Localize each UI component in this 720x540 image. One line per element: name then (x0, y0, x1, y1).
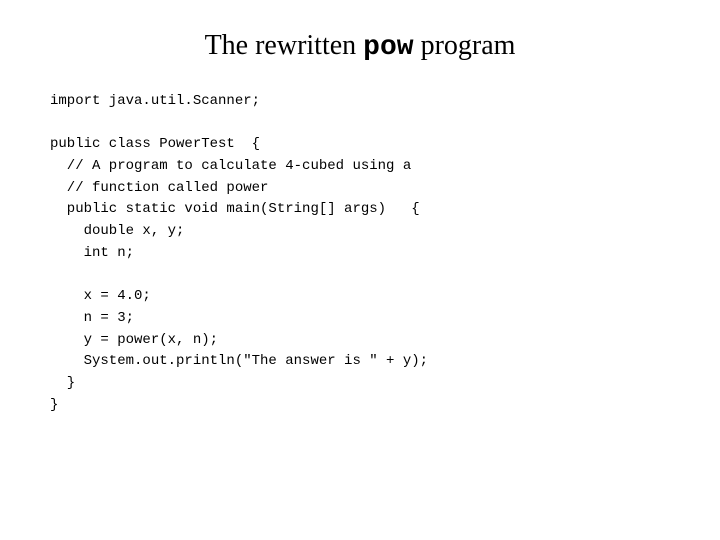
title-suffix: program (414, 30, 516, 61)
title-area: The rewritten pow program (50, 30, 670, 63)
title-keyword: pow (363, 32, 413, 63)
code-block: import java.util.Scanner; public class P… (50, 91, 670, 416)
title-prefix: The rewritten (205, 30, 364, 61)
page-title: The rewritten pow program (50, 30, 670, 63)
page-container: The rewritten pow program import java.ut… (0, 0, 720, 540)
